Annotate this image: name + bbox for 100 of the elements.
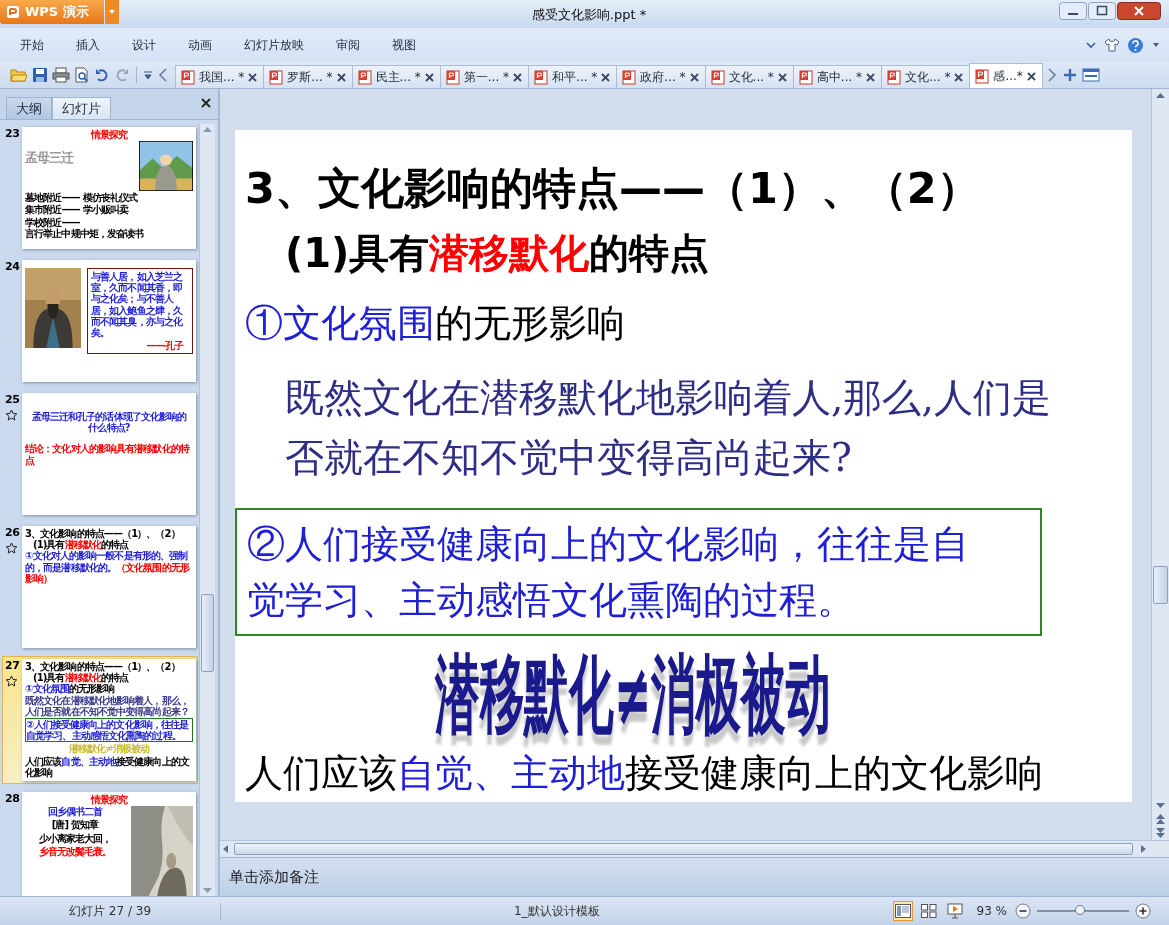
previous-slide-icon[interactable] <box>1153 812 1168 826</box>
slide-number: 24 <box>5 260 20 273</box>
wordart-text: 潜移默化≠消极被动 <box>435 644 831 744</box>
document-tab[interactable]: 政府... * <box>616 65 706 88</box>
slide-text: 既然文化在潜移默化地影响着人，那么，人们是否就在不知不觉中变得高尚起来？ <box>25 694 190 717</box>
minimize-icon[interactable] <box>1059 2 1087 20</box>
presentation-file-icon <box>357 69 372 85</box>
close-icon[interactable] <box>1026 71 1036 81</box>
help-icon[interactable] <box>1127 36 1144 54</box>
slide-text: 与善人居，如入芝兰之室，久而不闻其香，即与之化矣；与不善人居，如入鲍鱼之肆，久而不闻其臭，亦与之化矣。 <box>91 271 184 339</box>
slide-number: 27 <box>5 659 20 672</box>
slide-title: 3、文化影响的特点——（1）、（2） <box>245 162 981 215</box>
menu-item[interactable]: 动画 <box>178 32 222 58</box>
slide-paragraph: 既然文化在潜移默化地影响着人,那么,人们是否就在不知不觉中变得高尚起来? <box>285 374 1052 482</box>
close-icon[interactable] <box>954 72 964 82</box>
slide-thumbnail[interactable]: 27 3、文化影响的特点——（1）、（2） (1)具有潜移默化的特点 ①文化氛围的无形影响 既然文化在潜移默化地影响着人，那么，人们是否就在不知不觉中变得高尚起来？ ②人们接受健康向上的文化影响，往往是自觉学习、主动感悟文化熏陶的过程。 潜移默化≠消极被动 人们应该自觉、主动地接受健康向上的文化影响 <box>2 656 198 784</box>
slide-text: 墓地附近—— 模仿丧礼仪式 <box>25 192 139 204</box>
slide-text: ①文化氛围的无形影响 <box>25 683 115 695</box>
document-tab[interactable]: 罗斯... * <box>263 65 353 88</box>
undo-icon[interactable] <box>94 67 110 83</box>
close-icon[interactable] <box>689 72 699 82</box>
slide-text: 孟母三迁 <box>25 151 75 166</box>
menu-item[interactable]: 审阅 <box>326 32 370 58</box>
logo-icon <box>6 5 20 19</box>
window-title: 感受文化影响.ppt * <box>531 6 647 24</box>
save-icon[interactable] <box>32 67 48 83</box>
chevron-down-icon[interactable] <box>1085 39 1097 51</box>
template-name: 1_默认设计模板 <box>513 903 600 918</box>
presentation-file-icon <box>710 69 725 85</box>
zoom-in-icon[interactable] <box>1135 903 1151 919</box>
print-icon[interactable] <box>52 67 70 83</box>
slide-text: 情景探究 <box>89 129 129 141</box>
document-tab[interactable]: 高中... * <box>792 65 883 88</box>
slide-number: 28 <box>5 792 20 805</box>
panel-tab[interactable]: 幻灯片 <box>52 97 111 119</box>
zoom-out-icon[interactable] <box>1015 903 1031 919</box>
slide-number: 25 <box>5 393 20 406</box>
slide-text: ②人们接受健康向上的文化影响，往往是自觉学习、主动感悟文化熏陶的过程。 <box>25 717 193 743</box>
presentation-file-icon <box>887 69 902 85</box>
print-preview-icon[interactable] <box>74 67 90 83</box>
presentation-file-icon <box>798 69 813 85</box>
slideshow-button[interactable] <box>944 901 965 921</box>
slide-sorter-button[interactable] <box>918 901 939 921</box>
menu-item[interactable]: 开始 <box>10 32 54 58</box>
menu-item[interactable]: 设计 <box>122 32 166 58</box>
slide-heading: (1)具有潜移默化的特点 <box>285 229 711 278</box>
document-tab[interactable]: 文化... * <box>881 65 971 88</box>
presentation-file-icon <box>445 69 460 85</box>
slide-text: 人们应该自觉、主动地接受健康向上的文化影响 <box>25 755 191 778</box>
document-tab[interactable]: 民主... * <box>351 65 441 88</box>
slide-text: 乡音无改鬓毛衰。 <box>37 845 113 857</box>
close-icon[interactable] <box>424 72 434 82</box>
close-icon[interactable] <box>601 72 611 82</box>
presentation-file-icon <box>975 68 990 84</box>
presentation-file-icon <box>534 69 549 85</box>
slide-text: 孟母三迁和孔子的话体现了文化影响的什么特点? <box>30 411 188 434</box>
presentation-file-icon <box>622 69 637 85</box>
document-tab[interactable]: 和平... * <box>528 65 618 88</box>
slide-heading: ①文化氛围的无形影响 <box>245 300 626 347</box>
presentation-file-icon <box>181 69 195 85</box>
close-icon[interactable] <box>336 72 346 82</box>
scroll-right-icon[interactable] <box>1045 67 1058 83</box>
close-icon[interactable] <box>201 98 211 108</box>
close-icon[interactable] <box>777 72 787 82</box>
close-icon[interactable] <box>1117 2 1161 20</box>
menu-item[interactable]: 插入 <box>66 32 110 58</box>
slide-number: 26 <box>5 526 20 539</box>
zoom-slider-thumb[interactable] <box>1075 905 1086 915</box>
slide-text: 集市附近—— 学小贩叫卖 <box>25 204 130 216</box>
scroll-left-icon[interactable] <box>157 67 169 83</box>
document-tab[interactable]: 我国... * <box>175 65 265 88</box>
menu-item[interactable]: 幻灯片放映 <box>234 32 314 58</box>
panel-tab[interactable]: 大纲 <box>6 97 52 119</box>
customize-caret-icon[interactable] <box>143 69 153 81</box>
close-icon[interactable] <box>248 72 258 82</box>
window-list-icon[interactable] <box>1081 67 1100 83</box>
slide-thumbnail[interactable]: 23 情景探究 孟母三迁 墓地附近—— 模仿丧礼仪式 集市附近—— 学小贩叫卖 学校附近—— 言行举止中规中矩，发奋读书 <box>2 124 198 252</box>
slide-text: [唐] 贺知章 <box>50 819 100 831</box>
normal-view-button[interactable] <box>892 901 913 921</box>
menu-item[interactable]: 视图 <box>382 32 426 58</box>
shirt-icon[interactable] <box>1104 37 1120 53</box>
document-tab[interactable]: 文化... * <box>704 65 794 88</box>
slide-thumbnail[interactable]: 26 3、文化影响的特点——（1）、（2） (1)具有潜移默化的特点 ①文化对人的影响一般不是有形的、强制的，而是潜移默化的。（文化氛围的无形影响） <box>2 523 198 651</box>
slide-text: 学校附近—— 言行举止中规中矩，发奋读书 <box>25 216 145 239</box>
maximize-icon[interactable] <box>1088 2 1116 20</box>
slide-thumbnail[interactable]: 25 孟母三迁和孔子的话体现了文化影响的什么特点? 结论：文化对人的影响具有潜移默化的特点 <box>2 390 198 518</box>
slide-text: 3、文化影响的特点——（1）、（2） <box>25 528 181 540</box>
document-tab[interactable]: 第一... * <box>439 65 530 88</box>
slide-thumbnail[interactable]: 28 情景探究 回乡偶书二首 [唐] 贺知章 少小离家老大回， 乡音无改鬓毛衰。 <box>2 789 198 896</box>
framed-text: ②人们接受健康向上的文化影响，往往是自觉学习、主动感悟文化熏陶的过程。 <box>235 508 1042 636</box>
slide-text: 情景探究 <box>89 794 129 806</box>
slide-text: 3、文化影响的特点——（1）、（2） <box>25 661 181 673</box>
new-tab-icon[interactable] <box>1061 67 1078 83</box>
slide-text: (1)具有潜移默化的特点 <box>33 672 129 684</box>
document-tab[interactable]: 感...* <box>969 63 1043 88</box>
slide-text: ——孔子 <box>145 340 185 352</box>
close-icon[interactable] <box>513 72 523 82</box>
slide-thumbnail[interactable]: 24 与善人居，如入芝兰之室，久而不闻其香，即与之化矣；与不善人居，如入鲍鱼之肆，久而不闻其臭，亦与之化矣。 ——孔子 <box>2 257 198 385</box>
close-icon[interactable] <box>866 72 876 82</box>
notes-hint[interactable]: 单击添加备注 <box>229 867 319 887</box>
